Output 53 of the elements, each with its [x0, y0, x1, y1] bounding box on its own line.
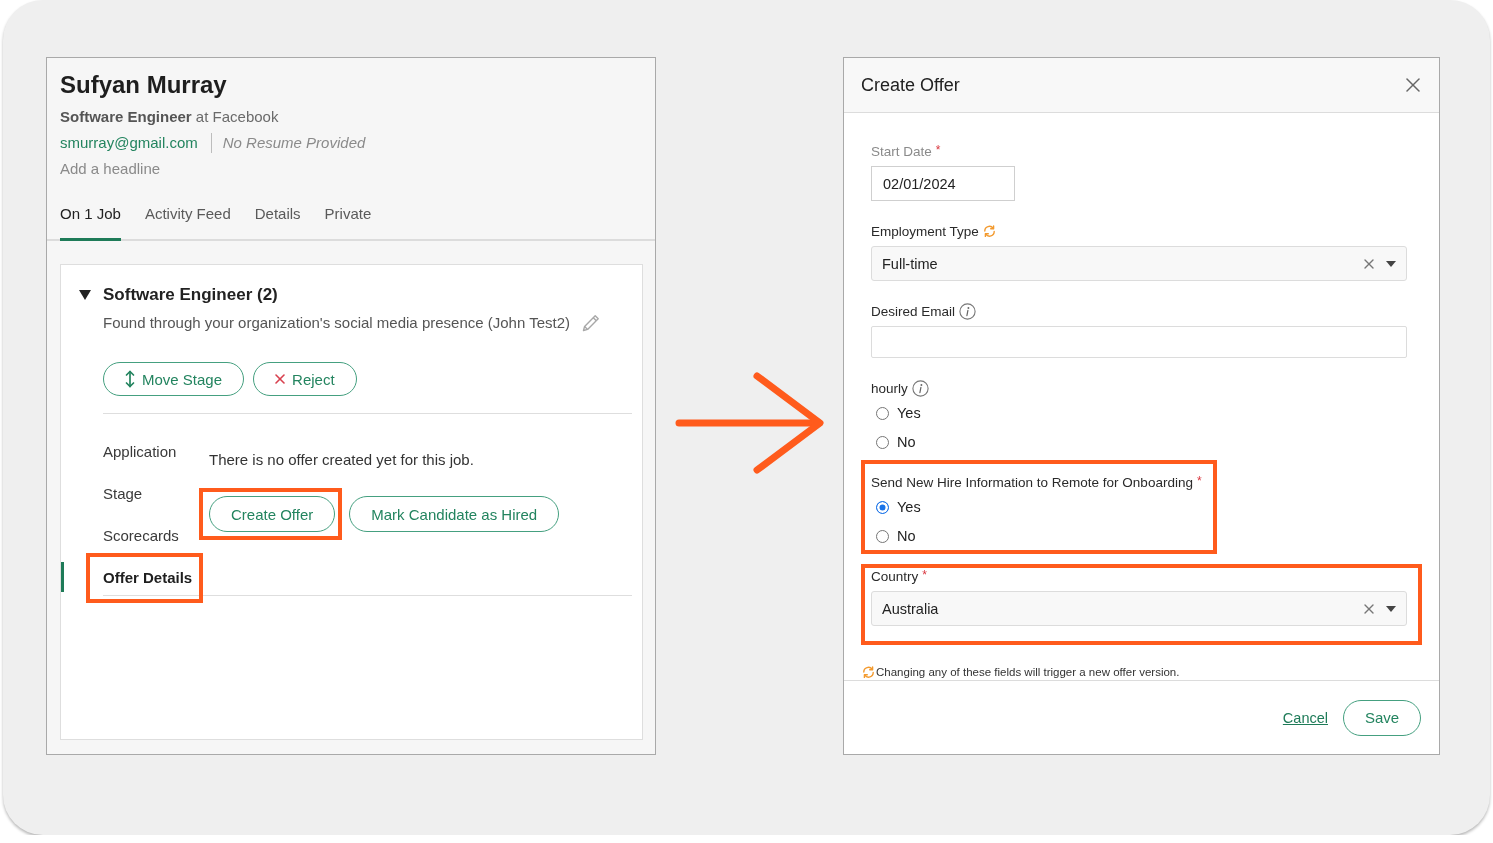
field-label: Start Date [871, 143, 932, 159]
close-icon[interactable] [1406, 78, 1420, 92]
tab[interactable]: On 1 Job [60, 204, 121, 241]
email-link[interactable]: smurray@gmail.com [60, 133, 198, 153]
required-mark: * [922, 569, 927, 581]
caret-icon [1386, 260, 1396, 267]
create-offer-button[interactable]: Create Offer [209, 496, 336, 532]
candidate-name: Sufyan Murray [60, 70, 227, 100]
required-mark: * [935, 144, 941, 156]
field-label: Country [871, 568, 919, 584]
tab[interactable]: Details [254, 204, 301, 241]
input-field[interactable] [871, 326, 1407, 358]
field-label: Send New Hire Information to Remote for Onboarding [871, 474, 1193, 490]
radio-option[interactable]: Yes [871, 403, 921, 423]
sync-icon [862, 666, 875, 678]
field-label: Desired Email [871, 303, 956, 319]
radio-option[interactable]: No [871, 432, 916, 452]
candidate-headline: Software Engineer at Facebook [60, 107, 279, 127]
empty-offer-message: There is no offer created yet for this job. [209, 450, 475, 470]
move-stage-button[interactable]: Move Stage [103, 362, 245, 396]
cancel-link[interactable]: Cancel [1282, 709, 1328, 726]
nav-item[interactable]: Offer Details [61, 562, 193, 592]
nav-item[interactable]: Scorecards [61, 520, 179, 550]
job-title: Software Engineer (2) [103, 284, 278, 306]
nav-item[interactable]: Stage [61, 478, 143, 508]
radio-button[interactable] [876, 500, 889, 514]
tab[interactable]: Private [324, 204, 372, 241]
resume-status: No Resume Provided [222, 133, 366, 153]
radio-button[interactable] [876, 529, 889, 543]
version-note: Changing any of these fields will trigger a new offer version. [876, 666, 1180, 678]
x-icon [275, 374, 286, 384]
field-label: hourly [871, 380, 908, 396]
caret-icon[interactable] [79, 290, 91, 300]
tab[interactable]: Activity Feed [144, 204, 231, 241]
reject-button[interactable]: Reject [253, 362, 357, 396]
up-down-arrow-icon [125, 370, 135, 388]
modal-title: Create Offer [861, 74, 960, 96]
job-source: Found through your organization's social media presence (John Test2) [103, 313, 571, 333]
mark-hired-button[interactable]: Mark Candidate as Hired [349, 496, 560, 532]
radio-button[interactable] [876, 406, 889, 420]
required-mark: * [1196, 475, 1202, 487]
radio-option[interactable]: No [871, 526, 916, 546]
nav-item[interactable]: Application [61, 436, 177, 466]
save-button[interactable]: Save [1343, 699, 1421, 736]
field-label: Employment Type [871, 223, 979, 239]
caret-icon [1386, 605, 1396, 612]
pencil-icon[interactable] [581, 313, 602, 333]
select-field[interactable]: Australia [871, 591, 1407, 626]
radio-option[interactable]: Yes [871, 497, 921, 517]
select-field[interactable]: Full-time [871, 246, 1407, 281]
clear-icon [1364, 603, 1374, 614]
radio-button[interactable] [876, 435, 889, 449]
clear-icon [1364, 258, 1374, 269]
